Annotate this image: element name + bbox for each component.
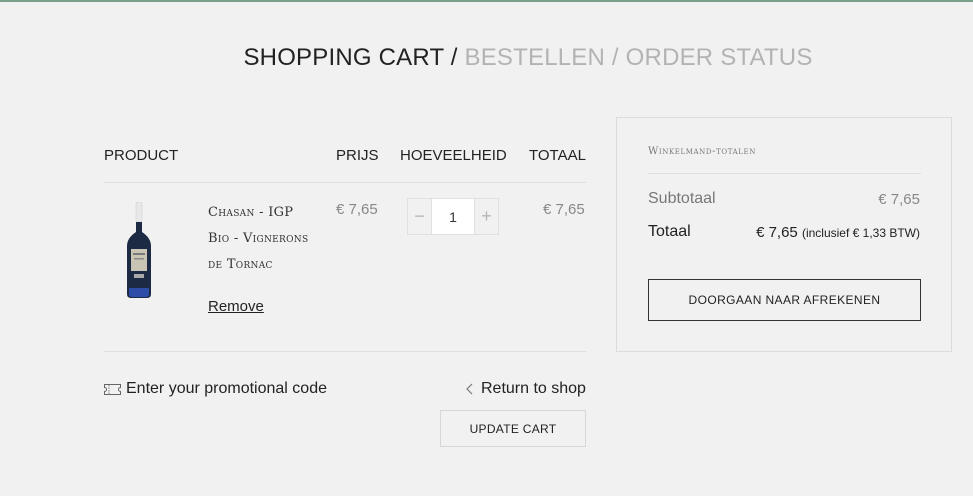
cart-totals-panel: Winkelmand-totalen Subtotaal € 7,65 Tota… (616, 117, 952, 352)
total-value-group: € 7,65 (inclusief € 1,33 BTW) (756, 224, 920, 241)
top-accent-bar (0, 0, 973, 2)
table-bottom-divider (104, 351, 586, 352)
cart-totals-title: Winkelmand-totalen (648, 146, 756, 157)
promo-code-toggle[interactable]: Enter your promotional code (104, 380, 327, 398)
increase-quantity-button[interactable]: + (475, 199, 498, 234)
total-label: Totaal (648, 223, 691, 240)
item-price: € 7,65 (336, 201, 378, 218)
step-order-status[interactable]: ORDER STATUS (626, 44, 813, 71)
column-header-product: PRODUCT (104, 147, 179, 164)
step-shopping-cart[interactable]: SHOPPING CART (243, 44, 443, 71)
column-header-quantity: HOEVEELHEID (400, 147, 507, 164)
remove-link[interactable]: Remove (208, 298, 264, 315)
return-to-shop-link[interactable]: Return to shop (466, 380, 586, 398)
checkout-steps: SHOPPING CART / BESTELLEN / ORDER STATUS (0, 44, 973, 72)
quantity-input[interactable]: 1 (431, 199, 475, 234)
column-header-price: PRIJS (336, 147, 379, 164)
item-total: € 7,65 (543, 201, 585, 218)
proceed-to-checkout-button[interactable]: DOORGAAN NAAR AFREKENEN (648, 279, 921, 321)
quantity-stepper: − 1 + (407, 198, 499, 235)
tax-note: (inclusief € 1,33 BTW) (801, 226, 920, 240)
subtotal-label: Subtotaal (648, 190, 716, 207)
product-thumbnail[interactable] (127, 202, 151, 298)
step-separator: / (611, 44, 619, 71)
ticket-icon (104, 383, 121, 395)
column-header-total: TOTAAL (529, 147, 586, 164)
table-divider (104, 182, 586, 183)
total-value: € 7,65 (756, 224, 798, 241)
product-name[interactable]: Chasan - IGP Bio - Vignerons de Tornac (208, 200, 318, 278)
step-bestellen[interactable]: BESTELLEN (465, 44, 606, 71)
decrease-quantity-button[interactable]: − (408, 199, 431, 234)
totals-divider (648, 173, 921, 174)
return-to-shop-label: Return to shop (481, 380, 586, 397)
promo-code-label: Enter your promotional code (126, 380, 327, 397)
step-separator: / (450, 44, 458, 71)
chevron-left-icon (466, 383, 473, 395)
subtotal-value: € 7,65 (878, 191, 920, 208)
update-cart-button[interactable]: UPDATE CART (440, 410, 586, 447)
